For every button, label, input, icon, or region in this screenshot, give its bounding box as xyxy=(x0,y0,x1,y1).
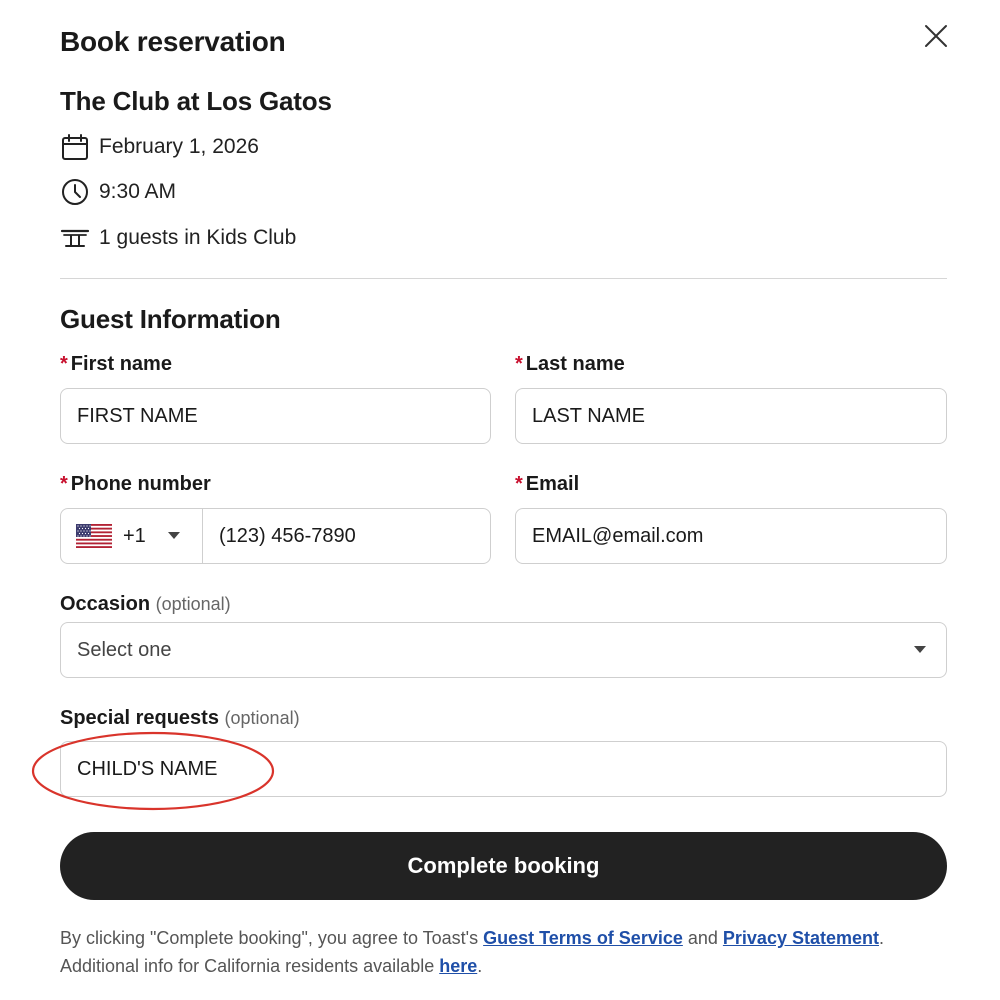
phone-label: * Phone number xyxy=(60,473,211,496)
phone-label-text: Phone number xyxy=(70,473,211,495)
special-requests-label: Special requests (optional) xyxy=(60,707,300,730)
table-icon xyxy=(60,223,90,253)
occasion-value: Select one xyxy=(77,638,172,661)
last-name-label-text: Last name xyxy=(525,353,625,375)
occasion-select[interactable]: Select one xyxy=(60,622,947,678)
last-name-value: LAST NAME xyxy=(532,404,645,427)
special-requests-field[interactable]: CHILD'S NAME xyxy=(60,741,947,797)
reservation-date-row: February 1, 2026 xyxy=(60,132,259,162)
legal-text-2: and xyxy=(682,928,723,948)
section-divider xyxy=(60,278,947,279)
email-value: EMAIL@email.com xyxy=(532,524,704,547)
guest-terms-link[interactable]: Guest Terms of Service xyxy=(483,928,683,948)
legal-text-1: By clicking "Complete booking", you agre… xyxy=(60,928,484,948)
reservation-date: February 1, 2026 xyxy=(99,135,259,158)
email-label: * Email xyxy=(515,473,579,496)
booking-dialog: Book reservation The Club at Los Gatos F… xyxy=(0,0,1000,1000)
occasion-label: Occasion (optional) xyxy=(60,593,231,616)
legal-notice: By clicking "Complete booking", you agre… xyxy=(60,924,960,980)
first-name-field[interactable]: FIRST NAME xyxy=(60,388,491,444)
country-code-select[interactable]: +1 xyxy=(61,509,203,563)
california-here-link[interactable]: here xyxy=(439,956,477,976)
required-marker: * xyxy=(60,353,68,375)
optional-marker: (optional) xyxy=(224,708,300,728)
chevron-down-icon xyxy=(167,532,180,539)
last-name-label: * Last name xyxy=(515,353,625,376)
reservation-time-row: 9:30 AM xyxy=(60,177,176,207)
special-requests-label-text: Special requests xyxy=(60,707,219,729)
last-name-field[interactable]: LAST NAME xyxy=(515,388,947,444)
email-label-text: Email xyxy=(525,473,580,495)
reservation-guests: 1 guests in Kids Club xyxy=(99,226,297,249)
legal-text-3: . xyxy=(878,928,884,948)
required-marker: * xyxy=(515,473,523,495)
calendar-icon xyxy=(60,132,90,162)
venue-name: The Club at Los Gatos xyxy=(60,86,332,116)
phone-field: +1 (123) 456-7890 xyxy=(60,508,491,564)
privacy-statement-link[interactable]: Privacy Statement xyxy=(723,928,879,948)
phone-number-input[interactable]: (123) 456-7890 xyxy=(203,525,356,548)
clock-icon xyxy=(60,177,90,207)
special-requests-value: CHILD'S NAME xyxy=(77,757,218,780)
close-button[interactable] xyxy=(920,20,952,52)
chevron-down-icon xyxy=(914,646,926,653)
first-name-label: * First name xyxy=(60,353,172,376)
optional-marker: (optional) xyxy=(155,594,231,614)
dial-code: +1 xyxy=(123,524,146,547)
legal-text-5: . xyxy=(477,956,483,976)
first-name-value: FIRST NAME xyxy=(77,404,198,427)
us-flag-icon xyxy=(76,524,112,548)
reservation-time: 9:30 AM xyxy=(99,180,177,203)
occasion-label-text: Occasion xyxy=(60,593,151,615)
email-field[interactable]: EMAIL@email.com xyxy=(515,508,947,564)
reservation-guests-row: 1 guests in Kids Club xyxy=(60,223,296,253)
close-icon xyxy=(925,25,947,47)
complete-booking-button[interactable]: Complete booking xyxy=(60,832,947,900)
first-name-label-text: First name xyxy=(70,353,172,375)
required-marker: * xyxy=(60,473,68,495)
required-marker: * xyxy=(515,353,523,375)
dialog-title: Book reservation xyxy=(60,26,286,57)
guest-info-heading: Guest Information xyxy=(60,304,281,334)
legal-text-4: Additional info for California residents… xyxy=(60,956,440,976)
